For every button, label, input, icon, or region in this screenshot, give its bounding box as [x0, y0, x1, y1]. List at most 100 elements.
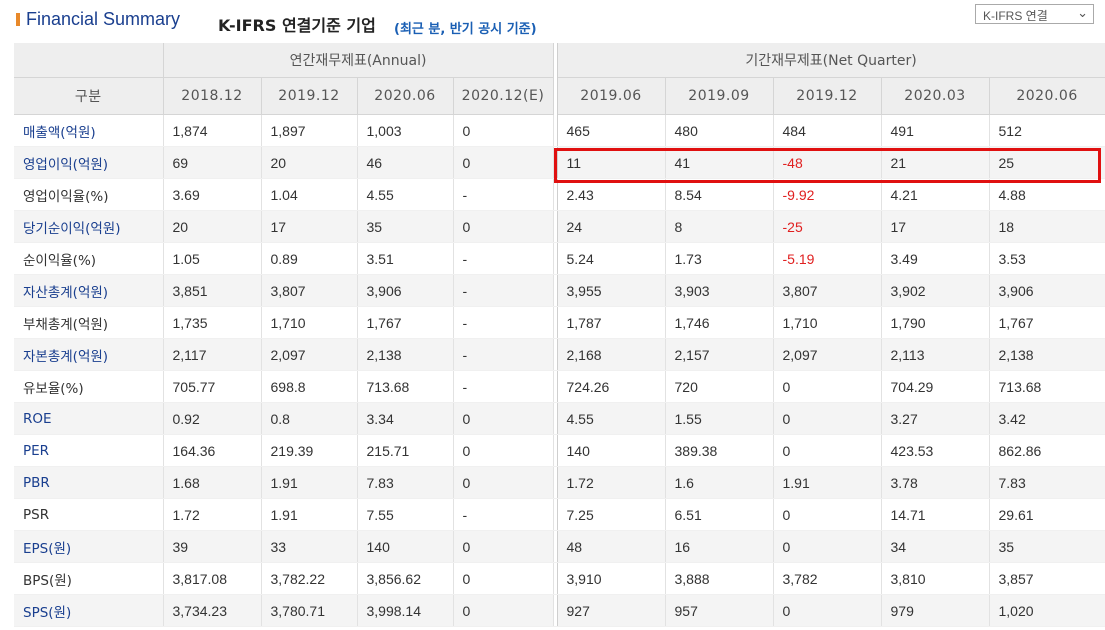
annual-value-cell: 3,856.62 — [357, 562, 454, 595]
table-row: 순이익율(%) 1.05 0.89 3.51-5.24 1.73 -5.19 3.49 3.5… — [14, 242, 1105, 275]
chevron-down-icon: ⌄ — [1077, 5, 1088, 20]
annual-value-cell: 1.72 — [163, 498, 262, 531]
annual-value-cell: 3,906 — [357, 274, 454, 307]
quarter-value-cell: 720 — [665, 370, 774, 403]
annual-value-cell: 0 — [453, 210, 554, 243]
table-row: PSR 1.72 1.91 7.55-7.25 6.51 0 14.71 29.61 — [14, 498, 1105, 531]
consolidation-select[interactable]: K-IFRS 연결 ⌄ — [975, 4, 1094, 24]
quarter-value-cell: 8.54 — [665, 178, 774, 211]
table-body: 매출액(억원) 1,874 1,897 1,003 0 465 480 484 491 512 영업… — [14, 114, 1105, 627]
annual-value-cell: 3,998.14 — [357, 594, 454, 627]
quarter-value-cell: 862.86 — [989, 434, 1105, 467]
annual-value-cell: 164.36 — [163, 434, 262, 467]
quarter-value-cell: 2,113 — [881, 338, 990, 371]
annual-value-cell: 1,767 — [357, 306, 454, 339]
row-label-link[interactable]: ROE — [14, 402, 164, 435]
quarter-value-cell: 484 — [773, 114, 882, 147]
annual-value-cell: 219.39 — [261, 434, 358, 467]
quarter-value-cell: 4.55 — [557, 402, 666, 435]
row-label-link[interactable]: 자산총계(억원) — [14, 274, 164, 307]
quarter-value-cell: 6.51 — [665, 498, 774, 531]
annual-value-cell: 46 — [357, 146, 454, 179]
annual-value-cell: 17 — [261, 210, 358, 243]
quarter-value-cell: 927 — [557, 594, 666, 627]
quarter-value-cell: 2,097 — [773, 338, 882, 371]
corner-header — [14, 43, 164, 78]
quarter-value-cell: 3,910 — [557, 562, 666, 595]
annual-value-cell: 0 — [453, 466, 554, 499]
quarter-value-cell: 465 — [557, 114, 666, 147]
quarter-header: 기간재무제표(Net Quarter) — [557, 43, 1105, 78]
quarter-value-cell: 0 — [773, 594, 882, 627]
quarter-value-cell: 3,906 — [989, 274, 1105, 307]
quarter-value-cell: 1.6 — [665, 466, 774, 499]
quarter-value-cell: 24 — [557, 210, 666, 243]
quarter-col-header: 2019.06 — [557, 77, 666, 115]
table-row: 유보율(%) 705.77 698.8 713.68-724.26 720 0 704.29… — [14, 370, 1105, 403]
quarter-value-cell: 3.49 — [881, 242, 990, 275]
quarter-value-cell: 3,810 — [881, 562, 990, 595]
annual-value-cell: - — [453, 306, 554, 339]
row-label-link[interactable]: 당기순이익(억원) — [14, 210, 164, 243]
quarter-value-cell: 389.38 — [665, 434, 774, 467]
quarter-value-cell: 16 — [665, 530, 774, 563]
quarter-value-cell: 8 — [665, 210, 774, 243]
annual-value-cell: 4.55 — [357, 178, 454, 211]
quarter-value-cell: 0 — [773, 434, 882, 467]
annual-value-cell: 33 — [261, 530, 358, 563]
annual-value-cell: - — [453, 498, 554, 531]
quarter-value-cell: 3.78 — [881, 466, 990, 499]
quarter-value-cell: 3,807 — [773, 274, 882, 307]
quarter-value-cell: 48 — [557, 530, 666, 563]
row-label: BPS(원) — [14, 562, 164, 595]
basis-note: (최근 분, 반기 공시 기준) — [394, 22, 537, 37]
annual-value-cell: 0 — [453, 402, 554, 435]
annual-value-cell: 705.77 — [163, 370, 262, 403]
table-row: EPS(원) 39 33 140 0 48 16 0 34 35 — [14, 530, 1105, 563]
annual-value-cell: 0 — [453, 530, 554, 563]
table-row: BPS(원) 3,817.08 3,782.22 3,856.62 0 3,910 3,88… — [14, 562, 1105, 595]
quarter-col-header: 2019.12 — [773, 77, 882, 115]
quarter-value-cell: 704.29 — [881, 370, 990, 403]
quarter-value-cell: 3,857 — [989, 562, 1105, 595]
quarter-value-cell: 423.53 — [881, 434, 990, 467]
row-label-link[interactable]: 영업이익(억원) — [14, 146, 164, 179]
annual-value-cell: 3,780.71 — [261, 594, 358, 627]
quarter-value-cell: 0 — [773, 530, 882, 563]
quarter-value-cell: 29.61 — [989, 498, 1105, 531]
table-row: PER 164.36 219.39 215.71 0 140 389.38 0 423.53 86… — [14, 434, 1105, 467]
quarter-value-cell: -48 — [773, 146, 882, 179]
quarter-value-cell: 140 — [557, 434, 666, 467]
annual-value-cell: 1,710 — [261, 306, 358, 339]
annual-value-cell: 0 — [453, 594, 554, 627]
table-row: 자본총계(억원) 2,117 2,097 2,138-2,168 2,157 2,097 2… — [14, 338, 1105, 371]
quarter-value-cell: 2.43 — [557, 178, 666, 211]
annual-value-cell: 1,897 — [261, 114, 358, 147]
quarter-value-cell: 25 — [989, 146, 1105, 179]
table-row: 영업이익율(%) 3.69 1.04 4.55-2.43 8.54 -9.92 4.21 4.… — [14, 178, 1105, 211]
annual-value-cell: 39 — [163, 530, 262, 563]
row-label-link[interactable]: 자본총계(억원) — [14, 338, 164, 371]
table-row: 자산총계(억원) 3,851 3,807 3,906-3,955 3,903 3,807 3… — [14, 274, 1105, 307]
quarter-col-header: 2019.09 — [665, 77, 774, 115]
consolidation-select-value: K-IFRS 연결 — [983, 9, 1048, 23]
table-row: 당기순이익(억원) 20 17 35 0 24 8 -25 17 18 — [14, 210, 1105, 243]
row-label-link[interactable]: SPS(원) — [14, 594, 164, 627]
row-label-link[interactable]: PBR — [14, 466, 164, 499]
row-label-link[interactable]: EPS(원) — [14, 530, 164, 563]
annual-value-cell: 7.55 — [357, 498, 454, 531]
annual-value-cell: 3.34 — [357, 402, 454, 435]
annual-col-header: 2018.12 — [163, 77, 262, 115]
quarter-value-cell: 491 — [881, 114, 990, 147]
annual-col-header: 2020.06 — [357, 77, 454, 115]
row-label-link[interactable]: 매출액(억원) — [14, 114, 164, 147]
annual-value-cell: 1,874 — [163, 114, 262, 147]
quarter-value-cell: 724.26 — [557, 370, 666, 403]
annual-value-cell: 2,097 — [261, 338, 358, 371]
annual-value-cell: 2,117 — [163, 338, 262, 371]
quarter-value-cell: 35 — [989, 530, 1105, 563]
quarter-value-cell: 3.53 — [989, 242, 1105, 275]
row-label-link[interactable]: PER — [14, 434, 164, 467]
quarter-value-cell: 11 — [557, 146, 666, 179]
category-header: 구분 — [14, 77, 164, 115]
